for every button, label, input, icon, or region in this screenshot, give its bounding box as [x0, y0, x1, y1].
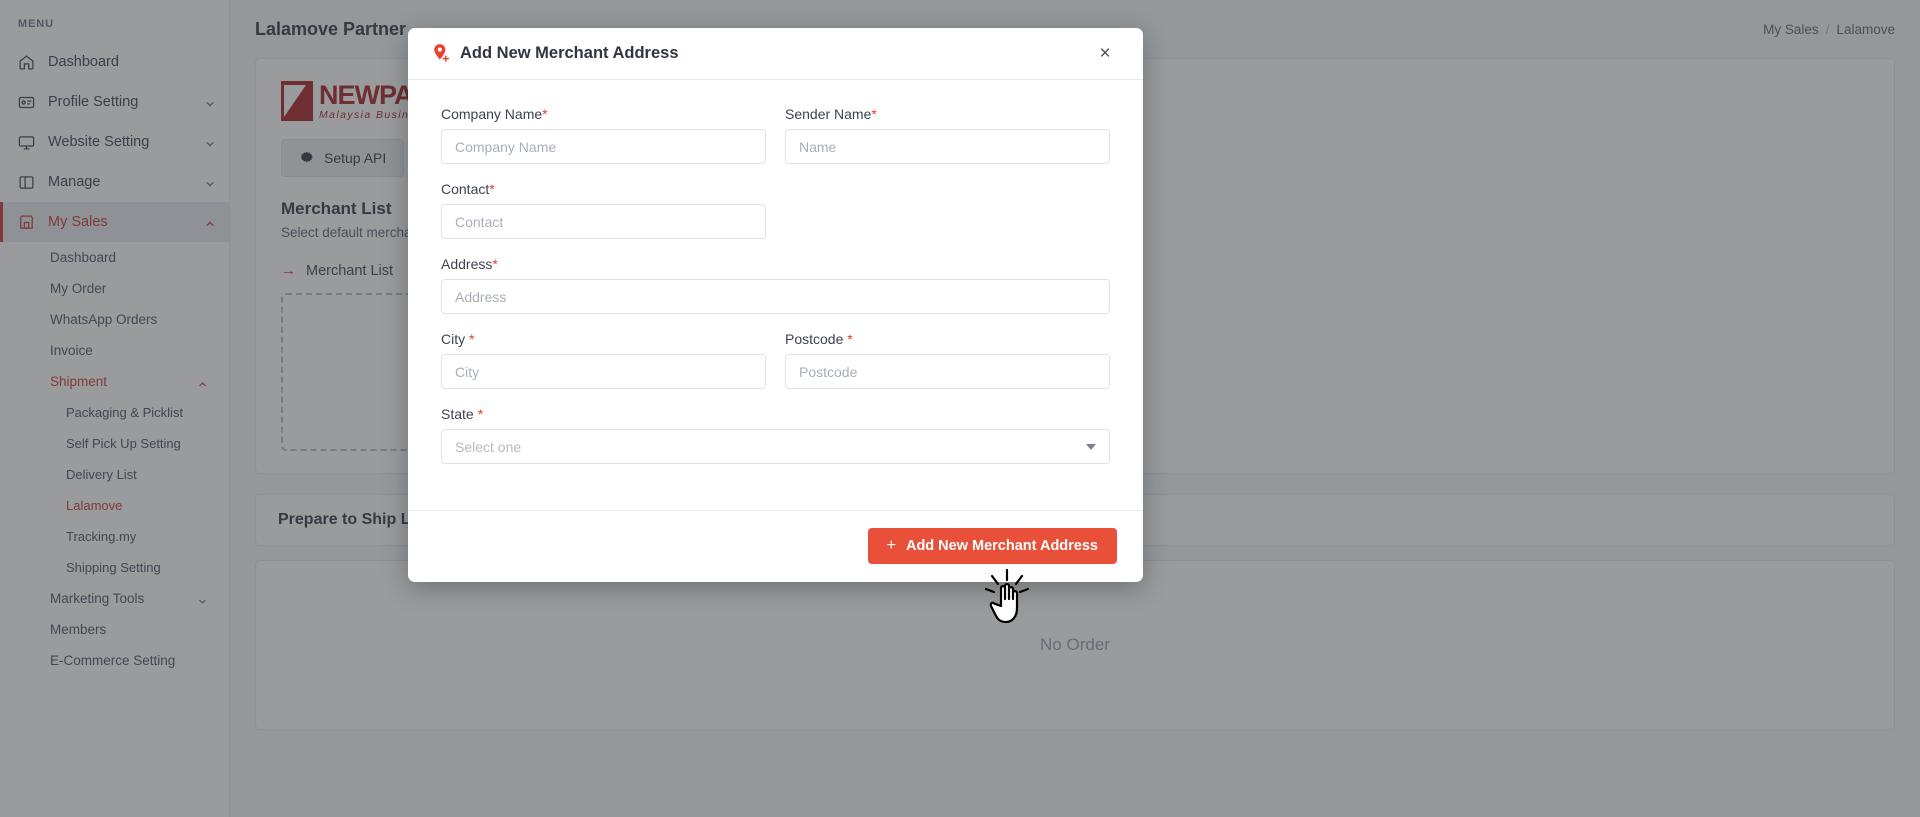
- map-pin-plus-icon: [433, 44, 450, 63]
- required-asterisk: *: [492, 256, 498, 272]
- field-group-postcode: Postcode *: [785, 331, 1110, 389]
- form-row-company-sender: Company Name* Sender Name*: [441, 106, 1110, 164]
- form-row-address: Address*: [441, 256, 1110, 314]
- sender-name-label: Sender Name*: [785, 106, 877, 122]
- chevron-down-icon: [1086, 443, 1096, 450]
- form-row-city-postcode: City * Postcode *: [441, 331, 1110, 389]
- state-select[interactable]: Select one: [441, 429, 1110, 464]
- app-root: MENU Dashboard Profile Setting: [0, 0, 1920, 817]
- field-group-sender-name: Sender Name*: [785, 106, 1110, 164]
- form-row-state: State * Select one: [441, 406, 1110, 464]
- city-input[interactable]: [441, 354, 766, 389]
- state-label: State *: [441, 406, 484, 422]
- field-group-address: Address*: [441, 256, 1110, 314]
- contact-label: Contact*: [441, 181, 495, 197]
- field-group-city: City *: [441, 331, 766, 389]
- sender-name-input[interactable]: [785, 129, 1110, 164]
- company-name-input[interactable]: [441, 129, 766, 164]
- mouse-cursor-pointer: [984, 568, 1041, 630]
- field-group-spacer: [785, 181, 1110, 239]
- contact-input[interactable]: [441, 204, 766, 239]
- field-group-contact: Contact*: [441, 181, 766, 239]
- add-new-merchant-address-button[interactable]: + Add New Merchant Address: [867, 528, 1117, 564]
- add-new-merchant-address-label: Add New Merchant Address: [905, 538, 1098, 554]
- add-merchant-address-modal: Add New Merchant Address × Company Name*…: [408, 28, 1143, 582]
- modal-title: Add New Merchant Address: [460, 44, 679, 62]
- address-input[interactable]: [441, 279, 1110, 314]
- required-asterisk: *: [847, 331, 853, 347]
- required-asterisk: *: [477, 406, 484, 422]
- state-select-value: Select one: [455, 438, 522, 455]
- modal-header: Add New Merchant Address ×: [408, 28, 1143, 80]
- modal-body: Company Name* Sender Name* Contact*: [408, 80, 1143, 491]
- address-label: Address*: [441, 256, 498, 272]
- required-asterisk: *: [489, 181, 495, 197]
- modal-title-group: Add New Merchant Address: [433, 44, 679, 63]
- city-label: City *: [441, 331, 475, 347]
- required-asterisk: *: [542, 106, 548, 122]
- form-row-contact: Contact*: [441, 181, 1110, 239]
- close-icon[interactable]: ×: [1092, 41, 1118, 67]
- plus-icon: +: [886, 537, 896, 554]
- field-group-state: State * Select one: [441, 406, 1110, 464]
- required-asterisk: *: [871, 106, 877, 122]
- field-group-company-name: Company Name*: [441, 106, 766, 164]
- postcode-input[interactable]: [785, 354, 1110, 389]
- required-asterisk: *: [469, 331, 475, 347]
- company-name-label: Company Name*: [441, 106, 548, 122]
- postcode-label: Postcode *: [785, 331, 853, 347]
